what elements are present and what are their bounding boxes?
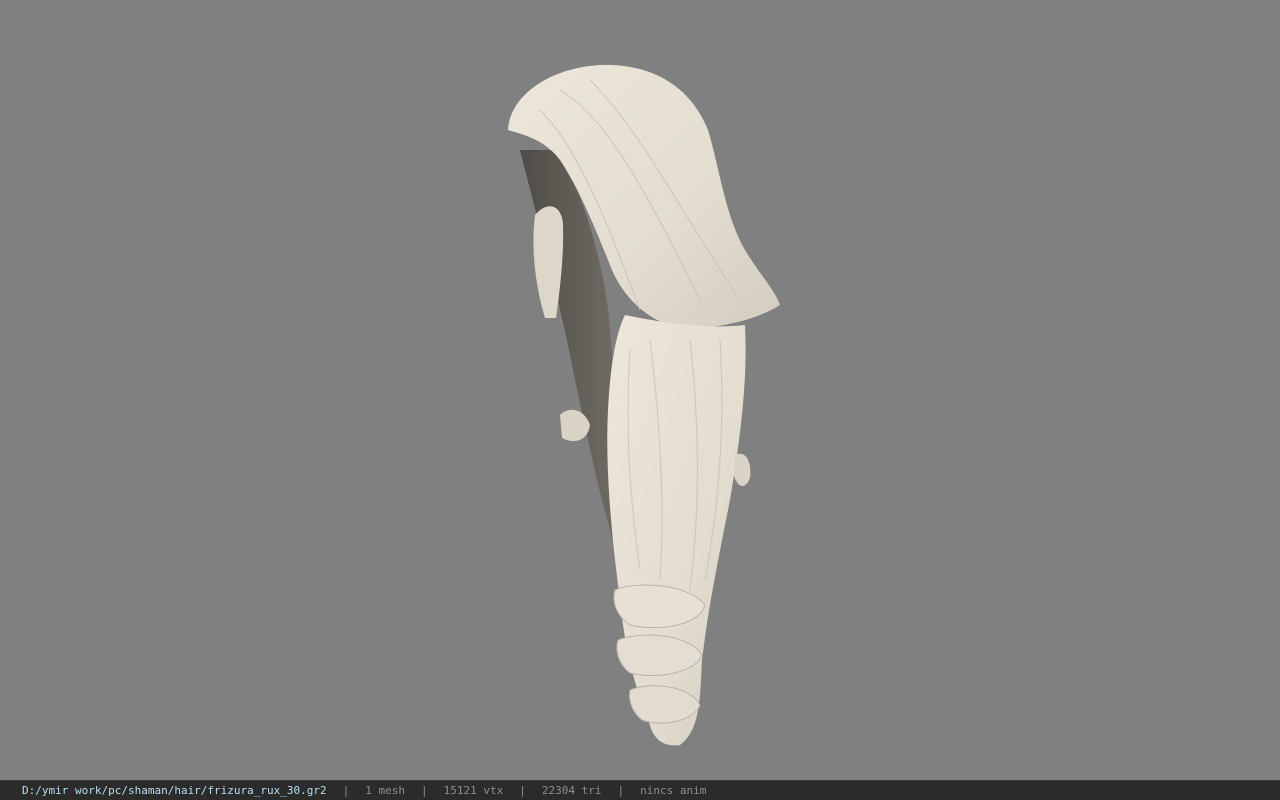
status-separator: | (342, 784, 350, 797)
hair-model[interactable] (0, 0, 1280, 780)
status-vertex-count: 15121 vtx (443, 784, 504, 797)
hair-stray-right (734, 453, 751, 487)
status-triangle-count: 22304 tri (541, 784, 602, 797)
status-separator: | (421, 784, 428, 797)
3d-viewport[interactable] (0, 0, 1280, 780)
status-animation: nincs anim (640, 784, 707, 797)
status-bar: D:/ymir work/pc/shaman/hair/frizura_rux_… (0, 780, 1280, 800)
status-separator: | (519, 784, 526, 797)
status-file-path: D:/ymir work/pc/shaman/hair/frizura_rux_… (22, 784, 327, 797)
status-mesh-count: 1 mesh (365, 784, 406, 797)
status-separator: | (617, 784, 625, 797)
